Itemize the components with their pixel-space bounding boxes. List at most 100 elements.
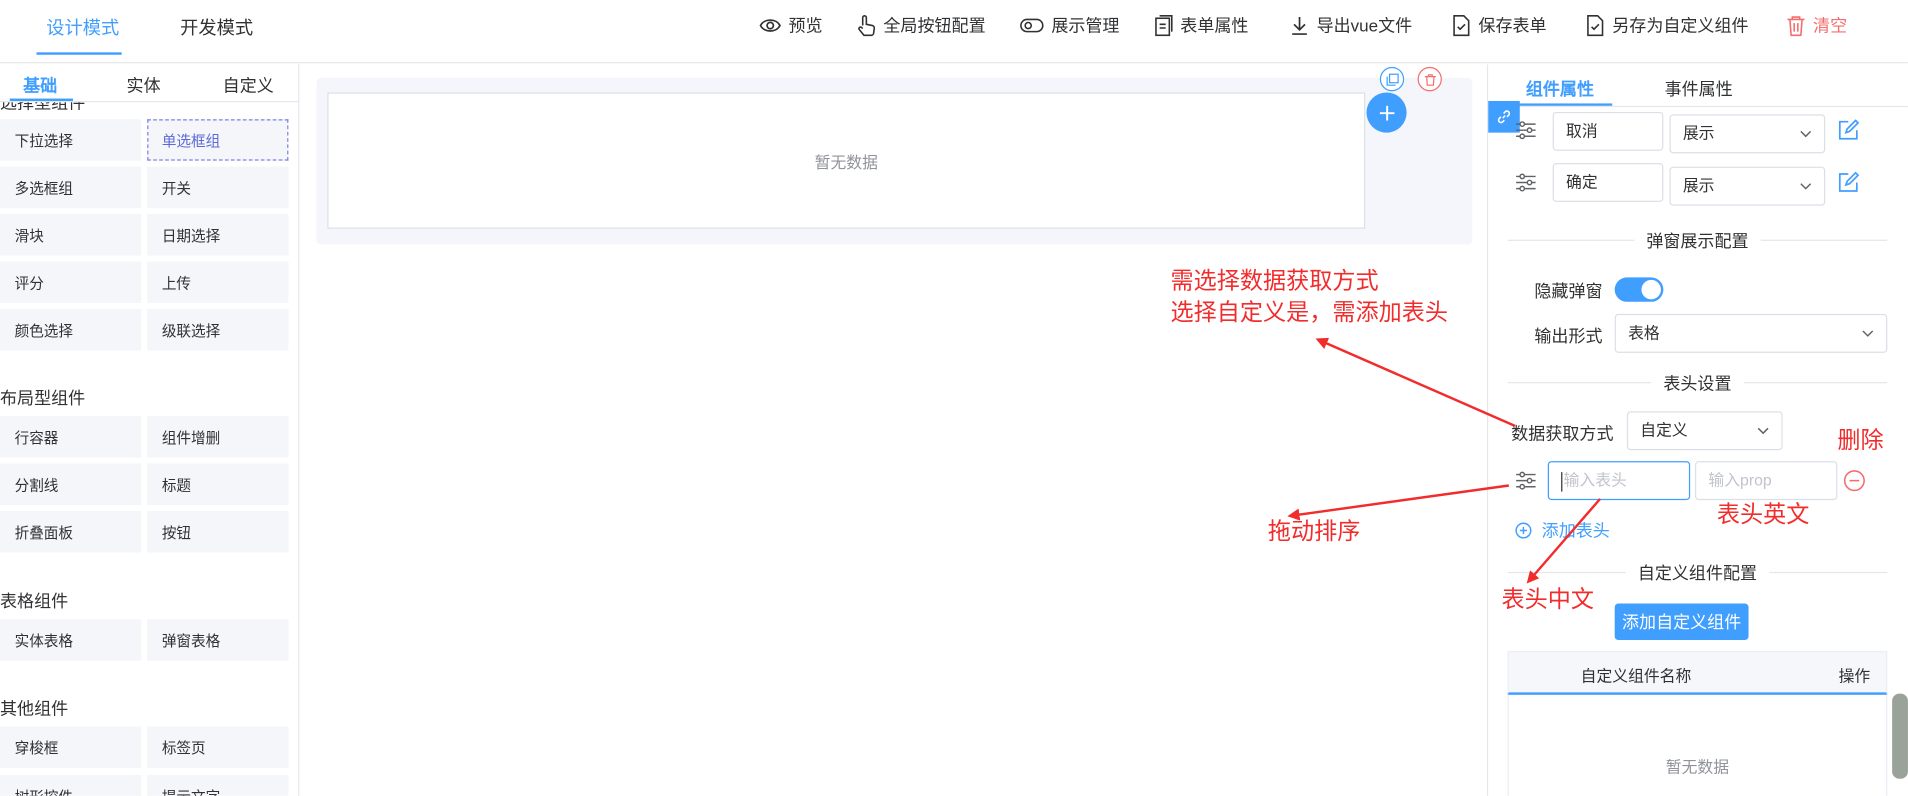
tab-indicator [9,98,74,101]
preview-button[interactable]: 预览 [759,12,823,39]
chevron-down-icon [1800,130,1812,138]
annotation-note-line2: 选择自定义是，需添加表头 [1170,300,1449,327]
scrollbar[interactable] [1892,693,1908,779]
button-display-select[interactable]: 展示 [1669,166,1826,206]
edit-icon[interactable] [1837,119,1860,141]
selected-form-item[interactable]: 暂无数据 [327,92,1366,229]
header-prop-placeholder: 输入prop [1708,470,1772,490]
comp-color-picker[interactable]: 颜色选择 [0,309,142,351]
drag-handle-icon[interactable] [1515,471,1537,490]
comp-entity-table[interactable]: 实体表格 [0,619,142,661]
drag-handle-icon[interactable] [1515,120,1537,140]
copy-item-button[interactable] [1379,66,1405,92]
chevron-down-icon [1862,330,1874,337]
tab-custom[interactable]: 自定义 [223,73,274,97]
tab-event-props[interactable]: 事件属性 [1665,77,1733,101]
hide-popup-label: 隐藏弹窗 [1534,281,1603,301]
custom-section-title: 自定义组件配置 [1625,560,1770,586]
comp-date-picker[interactable]: 日期选择 [147,214,289,256]
trash-icon [1787,16,1805,37]
comp-tip-text[interactable]: 提示文字 [147,775,289,796]
comp-checkbox-group[interactable]: 多选框组 [0,166,142,209]
data-fetch-label: 数据获取方式 [1511,423,1614,443]
annotation-header-en: 表头英文 [1716,502,1810,529]
canvas-empty-text: 暂无数据 [814,152,878,171]
comp-popup-table[interactable]: 弹窗表格 [147,619,289,661]
arrow-to-note [1315,337,1516,427]
comp-upload[interactable]: 上传 [147,261,289,303]
col-header-name: 自定义组件名称 [1580,666,1692,686]
annotation-note-line1: 需选择数据获取方式 [1170,268,1379,295]
popup-section-title: 弹窗展示配置 [1634,228,1761,254]
tab-entity[interactable]: 实体 [127,73,161,97]
plus-icon [1379,105,1394,120]
display-manage-label: 展示管理 [1051,15,1120,36]
button-display-value: 展示 [1682,124,1715,143]
chevron-down-icon [1757,427,1769,435]
hide-popup-switch[interactable] [1614,277,1664,302]
global-button-config[interactable]: 全局按钮配置 [857,12,986,39]
annotation-header-cn: 表头中文 [1501,587,1595,614]
export-vue-button[interactable]: 导出vue文件 [1290,12,1412,39]
button-display-select[interactable]: 展示 [1669,114,1826,154]
comp-select[interactable]: 下拉选择 [0,119,142,161]
save-document-icon [1453,15,1470,37]
pointer-hand-icon [858,15,876,37]
add-header-label: 添加表头 [1541,520,1610,541]
custom-component-table-body [1507,694,1888,796]
tab-design-mode[interactable]: 设计模式 [46,15,119,41]
button-name-input[interactable]: 确定 [1552,163,1664,202]
group-title-select: 选择型组件 [0,102,86,112]
comp-transfer[interactable]: 穿梭框 [0,726,142,768]
form-props-button[interactable]: 表单属性 [1154,12,1249,39]
save-as-label: 另存为自定义组件 [1612,15,1749,36]
comp-row[interactable]: 行容器 [0,416,142,458]
data-fetch-value: 自定义 [1640,421,1688,440]
comp-rate[interactable]: 评分 [0,261,142,303]
comp-cascader[interactable]: 级联选择 [147,309,289,351]
tab-dev-mode[interactable]: 开发模式 [180,15,253,41]
export-vue-label: 导出vue文件 [1316,15,1413,36]
toggle-icon [1020,18,1044,33]
output-label: 输出形式 [1534,326,1603,346]
add-header-button[interactable]: 添加表头 [1515,518,1610,542]
table-empty-text: 暂无数据 [1665,758,1730,777]
group-title-layout: 布局型组件 [0,388,86,408]
clear-button[interactable]: 清空 [1786,12,1847,39]
save-form-button[interactable]: 保存表单 [1452,12,1547,39]
delete-item-button[interactable] [1417,66,1442,92]
header-label-input[interactable]: 输入表头 [1547,461,1691,501]
tab-basic[interactable]: 基础 [23,73,57,97]
header-section-title: 表头设置 [1651,371,1744,396]
comp-divider[interactable]: 分割线 [0,463,142,505]
custom-component-table-header: 自定义组件名称 操作 [1507,650,1888,695]
group-title-table: 表格组件 [0,591,69,611]
comp-switch[interactable]: 开关 [147,166,289,209]
drag-handle-icon[interactable] [1515,173,1537,192]
comp-collapse[interactable]: 折叠面板 [0,511,142,553]
edit-icon[interactable] [1837,171,1860,194]
comp-title[interactable]: 标题 [147,463,289,505]
add-item-button[interactable] [1366,92,1407,133]
display-manage-button[interactable]: 展示管理 [1020,12,1120,39]
group-title-clip: 选择型组件 [0,102,298,114]
tab-component-props[interactable]: 组件属性 [1526,77,1594,101]
form-props-label: 表单属性 [1180,15,1249,36]
save-as-component-button[interactable]: 另存为自定义组件 [1585,12,1749,39]
header-prop-input[interactable]: 输入prop [1695,461,1838,501]
preview-label: 预览 [788,15,823,36]
output-select[interactable]: 表格 [1614,313,1888,353]
link-icon [1497,110,1511,124]
add-custom-component-button[interactable]: 添加自定义组件 [1614,603,1749,641]
comp-dynamic[interactable]: 组件增删 [147,416,289,458]
comp-tabs[interactable]: 标签页 [147,726,289,768]
comp-slider[interactable]: 滑块 [0,214,142,256]
data-fetch-select[interactable]: 自定义 [1626,411,1783,451]
comp-button[interactable]: 按钮 [147,511,289,553]
button-name-input[interactable]: 取消 [1552,111,1664,151]
comp-tree[interactable]: 树形控件 [0,775,142,796]
group-title-other: 其他组件 [0,698,69,718]
global-button-label: 全局按钮配置 [883,15,986,36]
minus-circle-icon[interactable] [1843,470,1865,492]
comp-radio-group[interactable]: 单选框组 [147,119,289,161]
